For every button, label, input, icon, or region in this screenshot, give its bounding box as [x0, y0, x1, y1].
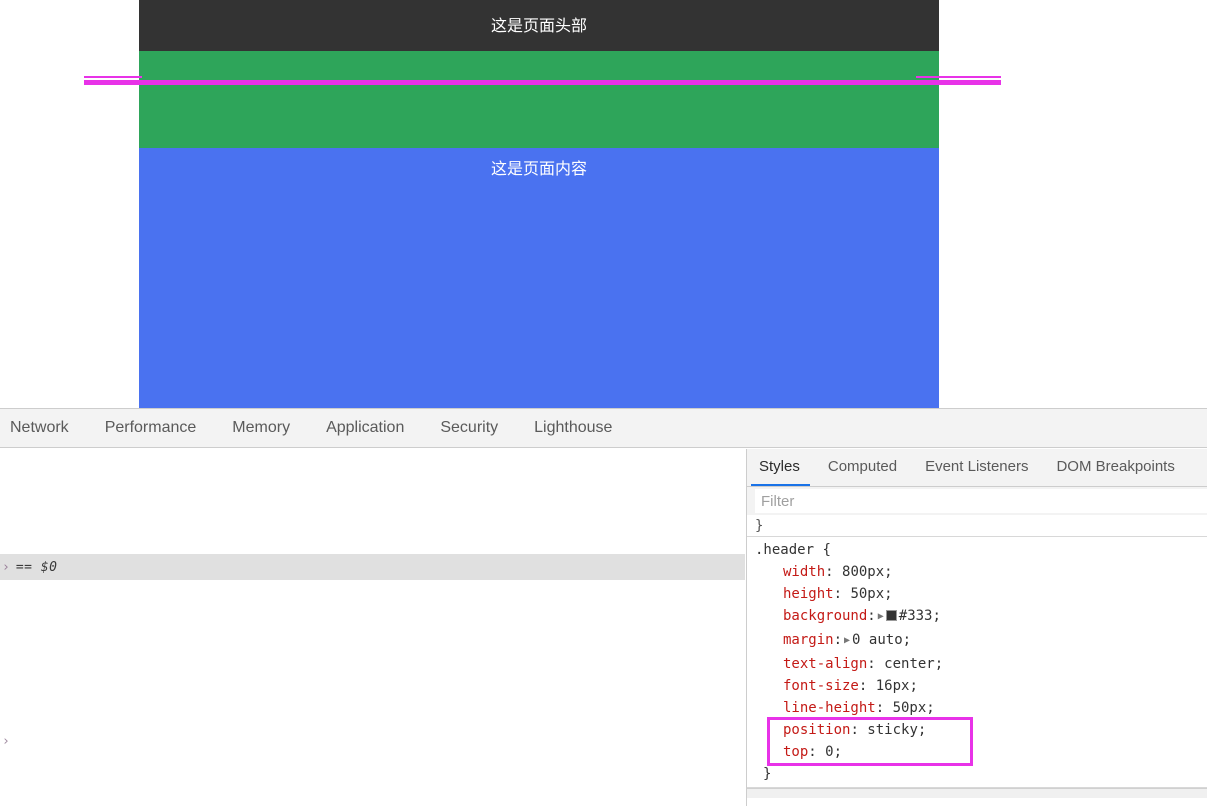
css-rule-header[interactable]: .header { width: 800px; height: 50px; ba… [747, 537, 1207, 788]
css-property-value[interactable]: 0 auto [852, 632, 903, 648]
css-rule-closing-brace: } [763, 766, 772, 782]
tab-lighthouse[interactable]: Lighthouse [516, 409, 630, 447]
console-prompt-row[interactable]: › [0, 729, 745, 753]
css-property-value[interactable]: 50px [850, 586, 884, 602]
css-declaration-line-height[interactable]: line-height: 50px; [755, 697, 1207, 719]
console-selected-node-expression: == $0 [15, 559, 58, 575]
css-declaration-margin[interactable]: margin: ▶ 0 auto; [755, 629, 1207, 653]
css-property-name[interactable]: position [783, 722, 850, 738]
ruler-hairline-left [84, 76, 142, 78]
css-declaration-font-size[interactable]: font-size: 16px; [755, 675, 1207, 697]
previous-rule-closing-brace: } [747, 515, 1207, 537]
rules-footer-strip [747, 788, 1207, 798]
styles-filter-input[interactable] [755, 489, 1207, 513]
css-property-name[interactable]: background [783, 608, 867, 624]
tab-performance[interactable]: Performance [87, 409, 215, 447]
devtools-main-tabstrip: Network Performance Memory Application S… [0, 408, 1207, 448]
chevron-right-icon: › [2, 559, 10, 575]
tab-event-listeners[interactable]: Event Listeners [911, 449, 1042, 486]
css-property-value[interactable]: 800px [842, 564, 884, 580]
css-declaration-text-align[interactable]: text-align: center; [755, 653, 1207, 675]
css-property-value[interactable]: 0 [825, 744, 833, 760]
styles-sidebar-pane: Styles Computed Event Listeners DOM Brea… [746, 449, 1207, 806]
css-property-name[interactable]: height [783, 586, 834, 602]
css-property-name[interactable]: top [783, 744, 808, 760]
css-property-value[interactable]: center [884, 656, 935, 672]
page-header-bar: 这是页面头部 [139, 0, 939, 51]
tab-styles[interactable]: Styles [747, 449, 814, 486]
expand-triangle-icon[interactable]: ▶ [842, 630, 852, 652]
console-selected-node-row[interactable]: › == $0 [0, 554, 745, 580]
open-brace: { [822, 542, 831, 558]
css-rule-selector-line: .header { [755, 539, 1207, 561]
css-property-name[interactable]: width [783, 564, 825, 580]
styles-filter-bar [747, 487, 1207, 515]
page-content-area: 这是页面内容 [139, 148, 939, 408]
tab-memory[interactable]: Memory [214, 409, 308, 447]
css-property-name[interactable]: margin [783, 632, 834, 648]
css-property-value[interactable]: #333 [899, 608, 933, 624]
devtools-lower-split: › == $0 › Styles Computed Event Listener… [0, 449, 1207, 806]
css-declaration-position[interactable]: position: sticky; [755, 719, 1207, 741]
devtools-window: 这是页面头部 这是页面内容 Network Performance Memory… [0, 0, 1207, 806]
css-rules-area: } .header { width: 800px; height: 50px; … [747, 515, 1207, 798]
tab-security[interactable]: Security [422, 409, 516, 447]
css-declaration-top[interactable]: top: 0; [755, 741, 1207, 763]
color-swatch-icon[interactable] [885, 610, 897, 621]
css-declaration-background[interactable]: background: ▶ #333; [755, 605, 1207, 629]
tab-dom-breakpoints[interactable]: DOM Breakpoints [1042, 449, 1188, 486]
elements-console-pane: › == $0 › [0, 449, 745, 806]
tab-computed[interactable]: Computed [814, 449, 911, 486]
css-property-value[interactable]: 16px [876, 678, 910, 694]
css-property-value[interactable]: 50px [893, 700, 927, 716]
css-declaration-width[interactable]: width: 800px; [755, 561, 1207, 583]
styles-sidebar-tabstrip: Styles Computed Event Listeners DOM Brea… [747, 449, 1207, 487]
css-declaration-height[interactable]: height: 50px; [755, 583, 1207, 605]
css-property-value[interactable]: sticky [867, 722, 918, 738]
chevron-right-icon: › [2, 733, 10, 749]
page-nav-bar [139, 51, 939, 148]
css-property-name[interactable]: font-size [783, 678, 859, 694]
tab-network[interactable]: Network [0, 409, 87, 447]
page-body: 这是页面头部 这是页面内容 [139, 0, 939, 408]
css-property-name[interactable]: text-align [783, 656, 867, 672]
css-selector[interactable]: .header [755, 542, 814, 558]
css-property-name[interactable]: line-height [783, 700, 876, 716]
page-preview-viewport: 这是页面头部 这是页面内容 [0, 0, 1207, 408]
tab-application[interactable]: Application [308, 409, 422, 447]
expand-triangle-icon[interactable]: ▶ [876, 606, 886, 628]
